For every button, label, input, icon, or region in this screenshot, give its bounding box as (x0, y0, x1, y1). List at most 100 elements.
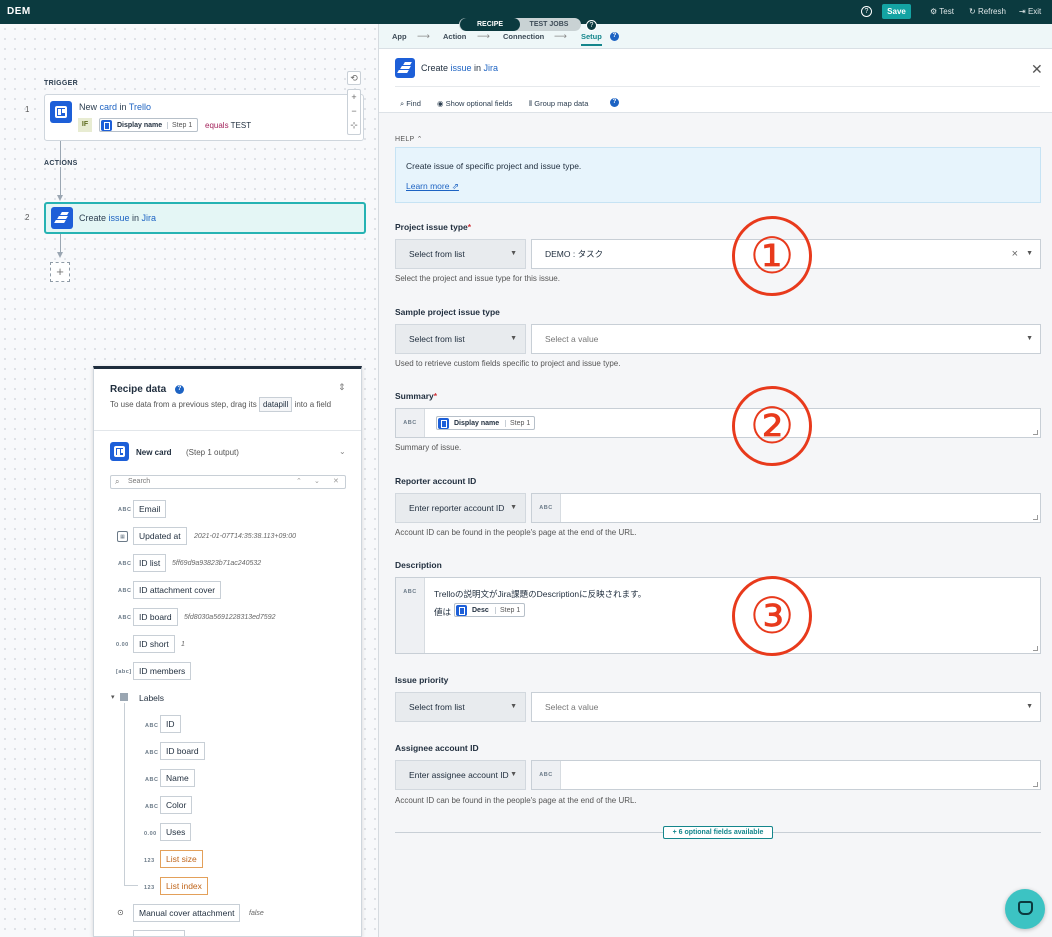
summary-input[interactable]: ABC Display name Step 1 (395, 408, 1041, 438)
arrow-right-icon: ⟶ (477, 31, 490, 41)
datapill-label-uses[interactable]: Uses (160, 823, 192, 841)
priority-mode-dropdown[interactable]: Select from list ▼ (395, 692, 526, 722)
help-icon[interactable]: ? (175, 385, 184, 394)
field-type-icon: ABC (532, 494, 561, 522)
datapill-label-id[interactable]: ID (160, 715, 181, 733)
fit-view-icon[interactable]: ⊹ (348, 118, 360, 132)
arrow-right-icon: ⟶ (417, 31, 430, 41)
datapill-step: Step 1 (505, 420, 530, 427)
datapill-desc[interactable]: Desc Step 1 (454, 603, 525, 617)
field-label: Summary* (395, 391, 438, 401)
datapill-id-members[interactable]: ID members (133, 662, 192, 680)
datapill-manual-cover-attachment[interactable]: Manual cover attachment (133, 904, 241, 922)
zoom-controls: + − ⊹ (347, 89, 361, 135)
assignee-mode-dropdown[interactable]: Enter assignee account ID ▼ (395, 760, 526, 790)
trello-icon (438, 418, 449, 429)
step-output-subtitle: (Step 1 output) (186, 448, 239, 457)
tab-test-jobs[interactable]: TEST JOBS (519, 18, 579, 31)
group-map-data-button[interactable]: ⫴ Group map data (529, 99, 588, 109)
close-icon[interactable]: ✕ (1031, 61, 1043, 78)
exit-label: Exit (1027, 7, 1042, 16)
crumb-setup[interactable]: Setup (581, 32, 602, 46)
datapill-label-id-board[interactable]: ID board (160, 742, 205, 760)
datapill-display-name[interactable]: Display name Step 1 (436, 416, 535, 430)
help-toggle[interactable]: HELP ⌃ (395, 135, 423, 143)
datapill-list-index[interactable]: List index (160, 877, 208, 895)
sample-value: 5fd8030a5691228313ed7592 (184, 614, 276, 621)
help-icon[interactable]: ? (610, 32, 619, 41)
jira-icon (395, 58, 415, 78)
trigger-step-card[interactable]: New card in Trello IF Display name Step … (44, 94, 364, 141)
field-label: Assignee account ID (395, 743, 479, 753)
tab-recipe[interactable]: RECIPE (460, 18, 520, 31)
sample-project-select[interactable]: Select a value ▼ (531, 324, 1041, 354)
datapill-id-short[interactable]: ID short (133, 635, 175, 653)
resize-handle[interactable] (1033, 782, 1038, 787)
optional-fields-button[interactable]: + 6 optional fields available (663, 826, 773, 839)
clear-icon[interactable]: × (1012, 240, 1018, 268)
zoom-in-button[interactable]: + (348, 90, 360, 104)
search-input[interactable]: ⌕ Search ⌃ ⌄ ✕ (110, 475, 346, 489)
help-icon[interactable]: ? (861, 6, 872, 17)
help-icon[interactable]: ? (610, 98, 619, 107)
field-type-icon: ABC (396, 409, 425, 437)
project-issue-type-mode-dropdown[interactable]: Select from list ▼ (395, 239, 526, 269)
zoom-out-button[interactable]: − (348, 104, 360, 118)
crumb-connection[interactable]: Connection (503, 32, 544, 41)
chevron-up-icon[interactable]: ⌃ (296, 477, 302, 485)
step-output-title[interactable]: New card (136, 448, 172, 457)
mode-help-icon[interactable]: ? (586, 20, 597, 31)
assignee-input[interactable]: ABC (531, 760, 1041, 790)
setup-panel: App ⟶ Action ⟶ Connection ⟶ Setup ? Crea… (379, 24, 1052, 937)
refresh-button[interactable]: ↻ Refresh (969, 7, 1006, 16)
field-type-icon: ABC (118, 561, 132, 567)
search-icon: ⌕ (115, 477, 120, 486)
datapill-id-attachment-cover[interactable]: ID attachment cover (133, 581, 222, 599)
chevron-down-icon[interactable]: ⌄ (314, 477, 320, 485)
field-label: Issue priority (395, 675, 449, 685)
arrow-right-icon: ⟶ (554, 31, 567, 41)
datapill-next[interactable] (133, 930, 185, 936)
tree-line (124, 703, 125, 886)
annotation-circle-2: ② (732, 386, 812, 466)
chevron-down-icon[interactable]: ⌄ (339, 447, 346, 456)
datapill-list-size[interactable]: List size (160, 850, 203, 868)
description-input[interactable]: ABC Trelloの説明文がJira課題のDescriptionに反映されます… (395, 577, 1041, 654)
field-type-icon: ABC (118, 615, 132, 621)
chat-launcher-button[interactable] (1005, 889, 1045, 929)
close-icon[interactable]: ✕ (333, 477, 339, 485)
datapill-email[interactable]: Email (133, 500, 167, 518)
sort-icon[interactable]: ⇕ (338, 382, 346, 393)
datapill-updated-at[interactable]: Updated at (133, 527, 187, 545)
description-line-1: Trelloの説明文がJira課題のDescriptionに反映されます。 (434, 589, 647, 599)
reporter-mode-dropdown[interactable]: Enter reporter account ID ▼ (395, 493, 526, 523)
caret-down-icon[interactable]: ▾ (111, 693, 115, 701)
chat-icon (1018, 901, 1033, 915)
show-optional-fields-button[interactable]: ◉ Show optional fields (437, 99, 512, 108)
mode-toggle[interactable]: RECIPE TEST JOBS (459, 18, 581, 31)
datapill-id-list[interactable]: ID list (133, 554, 167, 572)
add-step-button[interactable]: + (50, 262, 70, 282)
field-hint: Account ID can be found in the people's … (395, 528, 637, 537)
labels-group-name[interactable]: Labels (139, 693, 164, 703)
reporter-input[interactable]: ABC (531, 493, 1041, 523)
resize-handle[interactable] (1033, 430, 1038, 435)
crumb-action[interactable]: Action (443, 32, 466, 41)
datapill-label-name[interactable]: Name (160, 769, 195, 787)
resize-handle[interactable] (1033, 646, 1038, 651)
priority-select[interactable]: Select a value ▼ (531, 692, 1041, 722)
find-button[interactable]: ⌕ Find (400, 99, 421, 109)
crumb-app[interactable]: App (392, 32, 407, 41)
save-button[interactable]: Save (882, 4, 911, 19)
datapill-label-color[interactable]: Color (160, 796, 193, 814)
datapill-id-board[interactable]: ID board (133, 608, 178, 626)
resize-handle[interactable] (1033, 515, 1038, 520)
exit-button[interactable]: ⇥ Exit (1019, 7, 1041, 16)
test-button[interactable]: ⚙ Test (930, 7, 954, 16)
sample-project-mode-dropdown[interactable]: Select from list ▼ (395, 324, 526, 354)
learn-more-link[interactable]: Learn more ⇗ (406, 181, 459, 192)
datapill-display-name[interactable]: Display name Step 1 (99, 118, 198, 132)
trigger-step-title: New card in Trello (79, 102, 152, 112)
action-step-card[interactable]: Create issue in Jira (44, 202, 366, 234)
reset-view-icon[interactable]: ⟲ (347, 71, 361, 85)
